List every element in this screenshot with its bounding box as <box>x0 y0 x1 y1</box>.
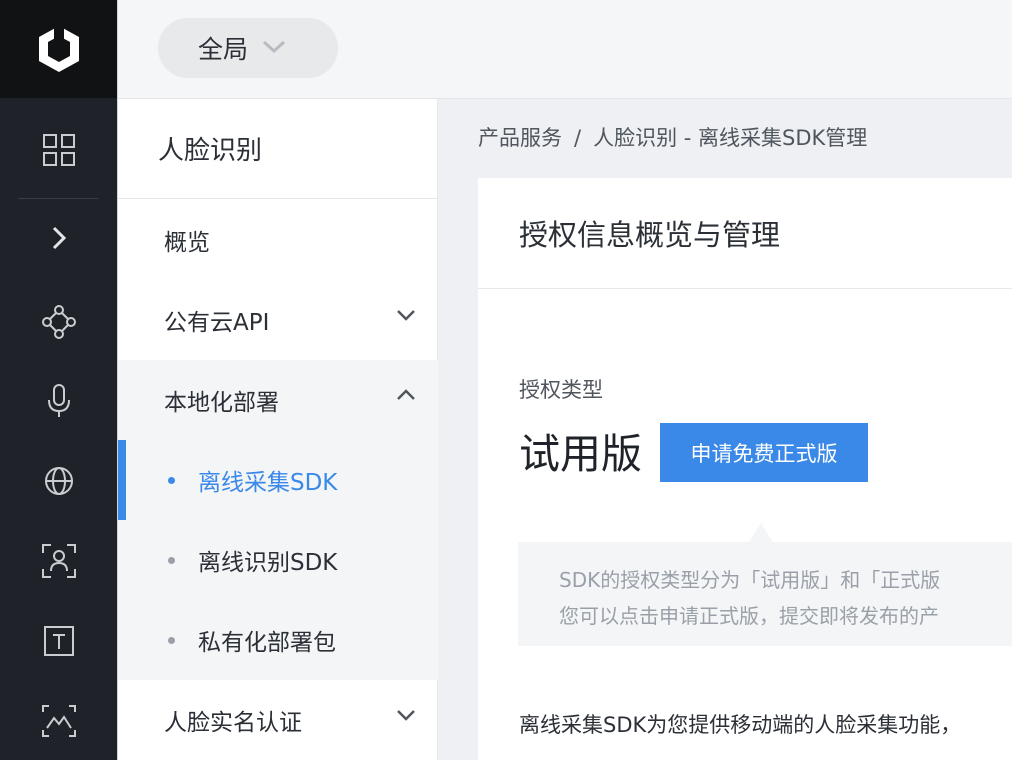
face-scan-icon <box>41 544 76 578</box>
top-bar: 全局 <box>118 0 1012 99</box>
sidebar-item-overview[interactable]: 概览 <box>118 200 438 280</box>
sidebar-item-label: 公有云API <box>164 310 270 336</box>
chevron-down-icon <box>397 710 415 721</box>
grid-icon <box>42 134 75 166</box>
sidebar-item-label: 离线识别SDK <box>198 550 338 576</box>
license-card: 授权信息概览与管理 授权类型 试用版 申请免费正式版 SDK的授权类型分为「试用… <box>478 178 1012 760</box>
sdk-description: 离线采集SDK为您提供移动端的人脸采集功能， <box>519 713 962 737</box>
rail-global[interactable] <box>0 456 117 506</box>
sidebar-title: 人脸识别 <box>118 99 437 199</box>
sidebar-item-label: 概览 <box>164 230 210 256</box>
logo-icon <box>38 26 79 72</box>
apply-formal-license-button[interactable]: 申请免费正式版 <box>660 423 868 482</box>
license-type-label: 授权类型 <box>519 378 603 402</box>
chevron-up-icon <box>397 389 415 400</box>
breadcrumb: 产品服务 / 人脸识别 - 离线采集SDK管理 <box>478 122 867 152</box>
rail-speech[interactable] <box>0 376 117 426</box>
sidebar-subitem-offline-capture-sdk[interactable]: 离线采集SDK <box>118 440 438 520</box>
icon-rail <box>0 0 117 760</box>
text-icon <box>43 626 74 656</box>
sidebar-item-label: 私有化部署包 <box>198 630 336 656</box>
breadcrumb-separator: / <box>574 126 582 150</box>
rail-divider <box>18 198 98 199</box>
tip-line: SDK的授权类型分为「试用版」和「正式版 <box>559 568 941 592</box>
chevron-down-icon <box>263 40 286 54</box>
globe-icon <box>44 467 73 495</box>
breadcrumb-current: 人脸识别 - 离线采集SDK管理 <box>593 126 868 150</box>
rail-knowledge-graph[interactable] <box>0 297 117 347</box>
rail-image[interactable] <box>0 696 117 746</box>
sidebar-item-public-api[interactable]: 公有云API <box>118 280 438 360</box>
bullet-dot <box>168 477 175 484</box>
rail-dashboard[interactable] <box>0 125 117 175</box>
rail-text[interactable] <box>0 616 117 666</box>
sidebar-subitem-private-package[interactable]: 私有化部署包 <box>118 600 438 680</box>
bullet-dot <box>168 637 175 644</box>
sidebar-item-label: 本地化部署 <box>164 390 279 416</box>
rail-face[interactable] <box>0 536 117 586</box>
license-tip: SDK的授权类型分为「试用版」和「正式版 您可以点击申请正式版，提交即将发布的产 <box>518 542 1012 646</box>
chevron-right-icon <box>52 226 66 250</box>
sidebar-item-local-deploy[interactable]: 本地化部署 <box>118 360 438 440</box>
card-title: 授权信息概览与管理 <box>478 178 1012 289</box>
tip-arrow <box>749 523 773 542</box>
bullet-dot <box>168 557 175 564</box>
sidebar-item-label: 人脸实名认证 <box>164 710 302 736</box>
sidebar-item-real-name-auth[interactable]: 人脸实名认证 <box>118 680 438 760</box>
network-icon <box>41 305 76 339</box>
sidebar-subitem-offline-recognition-sdk[interactable]: 离线识别SDK <box>118 520 438 600</box>
rail-expand[interactable] <box>0 213 117 263</box>
license-type-value: 试用版 <box>519 430 642 478</box>
scope-label: 全局 <box>198 35 249 64</box>
scope-selector[interactable]: 全局 <box>158 18 338 78</box>
chevron-down-icon <box>397 310 415 321</box>
microphone-icon <box>47 384 70 417</box>
image-recognition-icon <box>41 705 76 737</box>
logo[interactable] <box>0 0 117 98</box>
breadcrumb-root[interactable]: 产品服务 <box>478 126 562 150</box>
sidebar-item-label: 离线采集SDK <box>198 470 338 496</box>
product-sidebar: 人脸识别 概览 公有云API 本地化部署 离线采集SDK 离线识别SDK 私有化… <box>118 99 438 760</box>
tip-line: 您可以点击申请正式版，提交即将发布的产 <box>559 604 939 628</box>
